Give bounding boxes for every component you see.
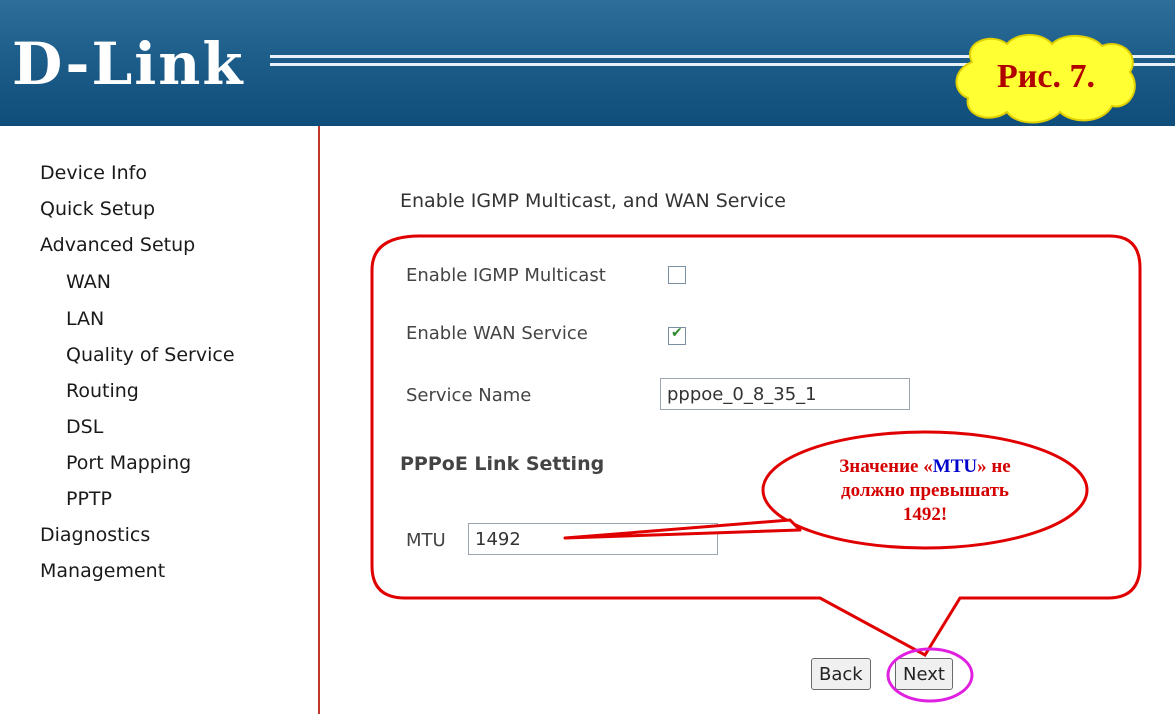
callout-mtu: MTU (932, 456, 978, 477)
mtu-warning-callout: Значение «MTU» не должно превышать 1492! (790, 455, 1060, 527)
annotation-overlay (370, 234, 1142, 703)
callout-suffix: » не (977, 456, 1011, 477)
callout-line2: должно превышать (841, 480, 1009, 501)
callout-pointer (563, 518, 802, 540)
next-button-highlight (886, 647, 974, 703)
callout-prefix: Значение « (839, 456, 933, 477)
callout-line3: 1492! (902, 504, 948, 525)
